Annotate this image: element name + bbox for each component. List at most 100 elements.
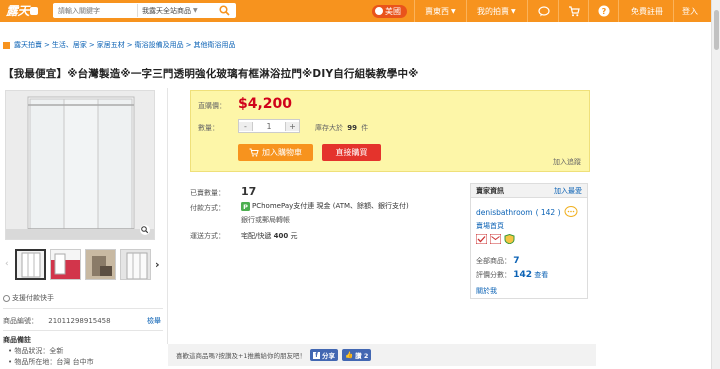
total-items-row: 全部商品： 7 <box>476 256 520 266</box>
breadcrumb-separator: > <box>44 41 50 49</box>
svg-text:P: P <box>243 203 248 211</box>
breadcrumb-separator: > <box>185 41 192 49</box>
rating-label: 評價分數： <box>476 271 511 279</box>
seller-info-panel: 賣家資訊 加入最愛 denisbathroom ( 142 ) 賣場首頁 全部商… <box>470 183 588 299</box>
sold-label: 已賣數量： <box>190 189 225 197</box>
sold-count: 17 <box>241 185 257 198</box>
cart-button[interactable] <box>568 0 580 22</box>
region-label: 美國 <box>385 6 401 16</box>
add-favorite-seller-link[interactable]: 加入最愛 <box>554 186 582 196</box>
notes-title: 商品備註 <box>3 336 31 344</box>
location-value: 台灣 台中市 <box>56 358 94 366</box>
shipping-info: 宅配/快遞 400 元 <box>241 231 297 241</box>
login-link[interactable]: 登入 <box>682 0 698 22</box>
chat-bubble-icon[interactable] <box>564 206 578 218</box>
seller-name-row: denisbathroom ( 142 ) <box>476 206 578 218</box>
shipping-unit: 元 <box>290 232 298 240</box>
search-scope-select[interactable]: 我露天全站商品 ▼ <box>137 4 215 17</box>
watchlist-label: 加入追蹤 <box>553 158 581 166</box>
add-to-cart-label: 加入購物車 <box>262 148 302 157</box>
condition-row: • 物品狀況：全新 <box>8 347 64 355</box>
help-icon: ? <box>598 5 610 17</box>
scrollbar-thumb[interactable] <box>714 10 719 50</box>
buy-now-button[interactable]: 直接購買 <box>322 144 381 161</box>
facebook-like-button[interactable]: 👍 讚 2 <box>342 349 372 361</box>
rating-row: 評價分數： 142 查看 <box>476 270 548 280</box>
breadcrumb-item[interactable]: 家居五材 <box>97 40 125 50</box>
search-icon <box>219 5 230 16</box>
chat-button[interactable] <box>538 0 550 22</box>
thumbnail-2[interactable] <box>50 248 81 280</box>
qty-input[interactable]: 1 <box>253 122 285 131</box>
home-icon <box>3 41 10 49</box>
add-to-cart-button[interactable]: 加入購物車 <box>238 144 313 161</box>
nav-my-bids-label: 我的拍賣 <box>477 6 509 16</box>
rating-score[interactable]: 142 <box>513 270 532 280</box>
about-me-link[interactable]: 關於我 <box>476 286 497 296</box>
svg-text:?: ? <box>602 7 607 16</box>
prev-arrow-icon[interactable]: ‹ <box>5 259 11 269</box>
nav-divider <box>558 0 559 22</box>
search-button[interactable] <box>215 3 234 18</box>
region-selector[interactable]: 美國 <box>372 0 407 22</box>
register-link[interactable]: 免費註冊 <box>631 0 663 22</box>
breadcrumb-item[interactable]: 生活、居家 <box>52 40 87 50</box>
facebook-share-button[interactable]: f 分享 <box>310 349 339 361</box>
help-button[interactable]: ? <box>598 0 610 22</box>
condition-value: 全新 <box>49 347 64 355</box>
breadcrumb-item[interactable]: 衛浴設備及用品 <box>135 40 184 50</box>
flag-icon <box>375 7 383 15</box>
logo-text: 露天 <box>6 4 30 18</box>
thumbnail-strip: ‹ › <box>5 246 167 282</box>
login-label: 登入 <box>682 6 698 16</box>
quantity-label: 數量： <box>198 124 219 132</box>
shipping-method: 宅配/快遞 <box>241 232 272 240</box>
view-rating-link[interactable]: 查看 <box>534 271 548 279</box>
item-number: 21011298915458 <box>48 317 111 325</box>
item-number-label: 商品編號： <box>3 317 38 325</box>
nav-sell[interactable]: 賣東西 ▼ <box>425 0 456 22</box>
site-logo[interactable]: 露天 <box>6 3 39 18</box>
thumbnail-4[interactable] <box>120 248 151 280</box>
add-to-watchlist-link[interactable]: 加入追蹤 <box>553 157 581 167</box>
breadcrumb-separator: > <box>126 41 133 49</box>
product-title: 【我最便宜】※台灣製造※一字三門透明強化玻璃有框淋浴拉門※DIY自行組裝教學中※ <box>3 68 419 80</box>
total-items-label: 全部商品： <box>476 257 511 265</box>
nav-divider <box>466 0 467 22</box>
facebook-share-label: 分享 <box>322 352 336 360</box>
cart-icon <box>569 5 580 16</box>
register-label: 免費註冊 <box>631 6 663 16</box>
quick-pay-label: 支援付款快手 <box>12 294 54 302</box>
breadcrumb: 露天拍賣 > 生活、居家 > 家居五材 > 衛浴設備及用品 > 其他衛浴用品 <box>3 40 236 50</box>
location-row: • 物品所在地：台灣 台中市 <box>8 358 94 366</box>
qty-plus-button[interactable]: + <box>285 121 299 131</box>
breadcrumb-item[interactable]: 其他衛浴用品 <box>194 40 236 50</box>
share-bar: 喜歡這商品嗎?按讚及+1推薦給你的朋友吧！ f 分享 👍 讚 2 <box>168 344 596 366</box>
seller-name[interactable]: denisbathroom <box>476 208 533 217</box>
breadcrumb-separator: > <box>88 41 95 49</box>
quick-pay-badge[interactable]: 支援付款快手 <box>3 293 54 303</box>
nav-my-bids[interactable]: 我的拍賣 ▼ <box>477 0 516 22</box>
qty-minus-button[interactable]: - <box>239 121 253 131</box>
product-main-image[interactable] <box>5 90 155 240</box>
share-prompt: 喜歡這商品嗎?按讚及+1推薦給你的朋友吧！ <box>176 352 307 360</box>
facebook-icon: f <box>313 351 321 359</box>
thumbnail-1[interactable] <box>15 248 46 280</box>
buy-now-label: 直接購買 <box>335 148 368 157</box>
seller-score[interactable]: ( 142 ) <box>536 208 561 217</box>
store-home-link[interactable]: 賣場首頁 <box>476 221 504 231</box>
stock-number: 99 <box>347 124 357 132</box>
thumbnail-3[interactable] <box>85 248 116 280</box>
report-link[interactable]: 檢舉 <box>147 316 161 326</box>
page-scrollbar[interactable] <box>711 0 720 369</box>
search-input[interactable] <box>53 4 137 17</box>
total-items-count[interactable]: 7 <box>513 256 519 266</box>
search-box: 我露天全站商品 ▼ <box>53 3 236 18</box>
price-label: 直購價： <box>198 102 226 110</box>
next-arrow-icon[interactable]: › <box>155 258 160 271</box>
location-label: 物品所在地： <box>14 358 57 366</box>
shipping-label: 運送方式： <box>190 232 225 240</box>
chat-icon <box>538 5 550 16</box>
logo-badge <box>30 6 39 15</box>
breadcrumb-item[interactable]: 露天拍賣 <box>14 40 42 50</box>
